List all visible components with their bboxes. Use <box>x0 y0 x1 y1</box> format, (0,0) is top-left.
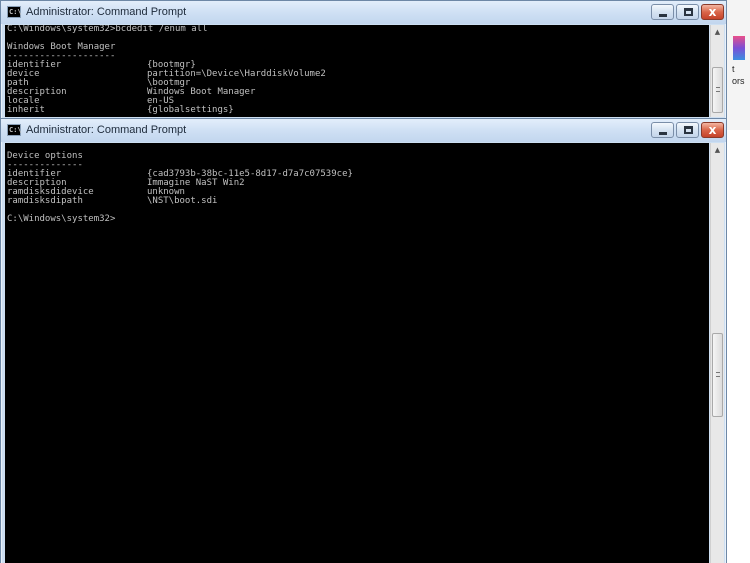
maximize-icon <box>684 126 693 134</box>
console-line: Device options <box>7 151 83 161</box>
command-prompt-icon: C:\ <box>7 6 22 18</box>
color-swatch-icon <box>733 36 745 60</box>
background-app-window[interactable]: t ors <box>724 0 750 130</box>
minimize-button[interactable] <box>651 4 674 20</box>
console-line: -------------- <box>7 160 83 170</box>
console-line: inherit {globalsettings} <box>5 106 709 115</box>
scroll-thumb[interactable] <box>712 67 723 113</box>
grip-icon <box>716 87 720 92</box>
console-output[interactable]: Device options -------------- identifier {c… <box>5 143 709 563</box>
console-key: ramdisksdipath <box>7 196 83 206</box>
title-bar[interactable]: C:\ Administrator: Command Prompt x <box>1 119 726 142</box>
console-line: identifier {cad3793b-38bc-11e5-8d17-d7a7c… <box>5 170 709 179</box>
console-value: {globalsettings} <box>147 105 234 115</box>
desktop: t ors C:\ Administrator: Command Prompt … <box>0 0 750 563</box>
close-button[interactable]: x <box>701 4 724 20</box>
console-line: path \bootmgr <box>5 79 709 88</box>
console-line: locale en-US <box>5 97 709 106</box>
title-bar[interactable]: C:\ Administrator: Command Prompt x <box>1 1 726 24</box>
vertical-scrollbar[interactable]: ▲ <box>710 25 724 117</box>
minimize-button[interactable] <box>651 122 674 138</box>
background-app-text: ors <box>732 76 745 86</box>
maximize-button[interactable] <box>676 4 699 20</box>
window-title: Administrator: Command Prompt <box>26 124 187 136</box>
maximize-icon <box>684 8 693 16</box>
background-app-text: t <box>732 64 735 74</box>
minimize-icon <box>659 14 667 17</box>
scroll-up-icon[interactable]: ▲ <box>711 143 724 157</box>
console-line: ramdisksdidevice unknown <box>5 188 709 197</box>
console-line: C:\Windows\system32> <box>7 214 116 224</box>
console-line: description Windows Boot Manager <box>5 88 709 97</box>
minimize-icon <box>659 132 667 135</box>
console-line: device partition=\Device\HarddiskVolume2 <box>5 70 709 79</box>
command-prompt-window-back[interactable]: C:\ Administrator: Command Prompt x C:\W… <box>0 0 727 120</box>
command-prompt-window-front[interactable]: C:\ Administrator: Command Prompt x Devi… <box>0 118 727 563</box>
scroll-up-icon[interactable]: ▲ <box>711 25 724 39</box>
window-title: Administrator: Command Prompt <box>26 6 187 18</box>
console-line: C:\Windows\system32>bcdedit /enum all <box>7 25 208 34</box>
console-line: identifier {bootmgr} <box>5 61 709 70</box>
console-line: -------------------- <box>7 51 116 61</box>
close-icon: x <box>708 5 717 19</box>
console-value: \NST\boot.sdi <box>147 196 218 206</box>
close-button[interactable]: x <box>701 122 724 138</box>
console-line: description Immagine NaST Win2 <box>5 179 709 188</box>
close-icon: x <box>708 123 717 137</box>
scroll-thumb[interactable] <box>712 333 723 417</box>
console-line: ramdisksdipath \NST\boot.sdi <box>5 197 709 206</box>
command-prompt-icon: C:\ <box>7 124 22 136</box>
console-output[interactable]: C:\Windows\system32>bcdedit /enum all Win… <box>5 25 709 117</box>
grip-icon <box>716 372 720 377</box>
vertical-scrollbar[interactable]: ▲ <box>710 143 724 563</box>
maximize-button[interactable] <box>676 122 699 138</box>
console-key: inherit <box>7 105 45 115</box>
